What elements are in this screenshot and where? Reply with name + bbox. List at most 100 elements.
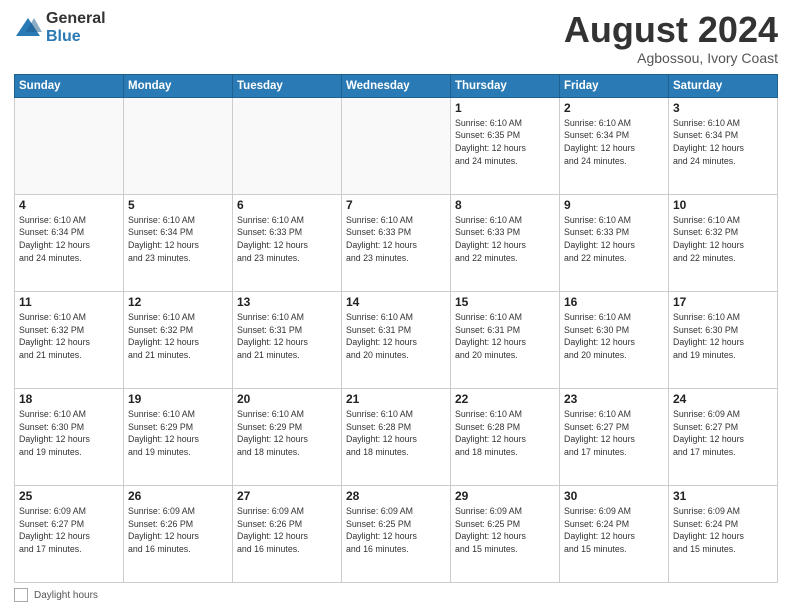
calendar-cell [124, 97, 233, 194]
day-info: Sunrise: 6:10 AMSunset: 6:33 PMDaylight:… [237, 214, 337, 265]
day-info: Sunrise: 6:09 AMSunset: 6:25 PMDaylight:… [455, 505, 555, 556]
day-number: 1 [455, 101, 555, 115]
calendar-cell: 14 Sunrise: 6:10 AMSunset: 6:31 PMDayligh… [342, 291, 451, 388]
day-number: 25 [19, 489, 119, 503]
calendar-week-row: 1Sunrise: 6:10 AMSunset: 6:35 PMDaylight… [15, 97, 778, 194]
footer-label: Daylight hours [34, 590, 98, 601]
day-number: 12 [128, 295, 228, 309]
calendar-header-row: SundayMondayTuesdayWednesdayThursdayFrid… [15, 74, 778, 97]
day-number: 6 [237, 198, 337, 212]
day-number: 20 [237, 392, 337, 406]
calendar-cell: 27 Sunrise: 6:09 AMSunset: 6:26 PMDayligh… [233, 485, 342, 582]
day-number: 30 [564, 489, 664, 503]
day-of-week-header: Tuesday [233, 74, 342, 97]
calendar-cell: 19 Sunrise: 6:10 AMSunset: 6:29 PMDayligh… [124, 388, 233, 485]
day-info: Sunrise: 6:10 AMSunset: 6:33 PMDaylight:… [346, 214, 446, 265]
day-of-week-header: Wednesday [342, 74, 451, 97]
day-info: Sunrise: 6:10 AMSunset: 6:29 PMDaylight:… [237, 408, 337, 459]
title-location: Agbossou, Ivory Coast [564, 50, 778, 66]
day-info: Sunrise: 6:10 AMSunset: 6:32 PMDaylight:… [19, 311, 119, 362]
day-of-week-header: Saturday [669, 74, 778, 97]
day-number: 24 [673, 392, 773, 406]
logo-text: General Blue [46, 10, 106, 45]
day-info: Sunrise: 6:10 AMSunset: 6:31 PMDaylight:… [346, 311, 446, 362]
calendar-cell: 9Sunrise: 6:10 AMSunset: 6:33 PMDaylight… [560, 194, 669, 291]
day-of-week-header: Sunday [15, 74, 124, 97]
calendar-week-row: 18Sunrise: 6:10 AMSunset: 6:30 PMDayligh… [15, 388, 778, 485]
calendar-cell: 1Sunrise: 6:10 AMSunset: 6:35 PMDaylight… [451, 97, 560, 194]
calendar-cell: 8 Sunrise: 6:10 AMSunset: 6:33 PMDaylight… [451, 194, 560, 291]
day-info: Sunrise: 6:09 AMSunset: 6:24 PMDaylight:… [564, 505, 664, 556]
calendar-cell: 4 Sunrise: 6:10 AMSunset: 6:34 PMDaylight… [15, 194, 124, 291]
day-number: 10 [673, 198, 773, 212]
day-number: 4 [19, 198, 119, 212]
day-number: 23 [564, 392, 664, 406]
day-number: 19 [128, 392, 228, 406]
day-number: 14 [346, 295, 446, 309]
day-info: Sunrise: 6:10 AMSunset: 6:28 PMDaylight:… [346, 408, 446, 459]
calendar-cell: 5Sunrise: 6:10 AMSunset: 6:34 PMDaylight… [124, 194, 233, 291]
day-info: Sunrise: 6:10 AMSunset: 6:34 PMDaylight:… [19, 214, 119, 265]
day-info: Sunrise: 6:09 AMSunset: 6:27 PMDaylight:… [19, 505, 119, 556]
calendar-cell: 31 Sunrise: 6:09 AMSunset: 6:24 PMDayligh… [669, 485, 778, 582]
day-number: 2 [564, 101, 664, 115]
day-info: Sunrise: 6:10 AMSunset: 6:30 PMDaylight:… [564, 311, 664, 362]
day-number: 21 [346, 392, 446, 406]
calendar-cell [233, 97, 342, 194]
day-number: 5 [128, 198, 228, 212]
day-of-week-header: Monday [124, 74, 233, 97]
calendar-cell: 15 Sunrise: 6:10 AMSunset: 6:31 PMDayligh… [451, 291, 560, 388]
calendar-cell: 3Sunrise: 6:10 AMSunset: 6:34 PMDaylight… [669, 97, 778, 194]
day-of-week-header: Friday [560, 74, 669, 97]
day-number: 8 [455, 198, 555, 212]
day-info: Sunrise: 6:09 AMSunset: 6:24 PMDaylight:… [673, 505, 773, 556]
calendar-cell [342, 97, 451, 194]
calendar-cell: 2 Sunrise: 6:10 AMSunset: 6:34 PMDaylight… [560, 97, 669, 194]
title-month: August 2024 [564, 10, 778, 50]
logo-blue-text: Blue [46, 28, 106, 46]
logo-icon [14, 14, 42, 42]
day-number: 27 [237, 489, 337, 503]
day-info: Sunrise: 6:10 AMSunset: 6:28 PMDaylight:… [455, 408, 555, 459]
day-info: Sunrise: 6:10 AMSunset: 6:33 PMDaylight:… [455, 214, 555, 265]
calendar-cell: 29 Sunrise: 6:09 AMSunset: 6:25 PMDayligh… [451, 485, 560, 582]
footer-box [14, 588, 28, 602]
calendar-cell: 21 Sunrise: 6:10 AMSunset: 6:28 PMDayligh… [342, 388, 451, 485]
calendar-cell: 17Sunrise: 6:10 AMSunset: 6:30 PMDayligh… [669, 291, 778, 388]
calendar-table: SundayMondayTuesdayWednesdayThursdayFrid… [14, 74, 778, 583]
day-info: Sunrise: 6:10 AMSunset: 6:27 PMDaylight:… [564, 408, 664, 459]
calendar-cell: 12Sunrise: 6:10 AMSunset: 6:32 PMDayligh… [124, 291, 233, 388]
day-info: Sunrise: 6:10 AMSunset: 6:31 PMDaylight:… [455, 311, 555, 362]
header: General Blue August 2024 Agbossou, Ivory… [14, 10, 778, 66]
day-info: Sunrise: 6:10 AMSunset: 6:34 PMDaylight:… [564, 117, 664, 168]
day-of-week-header: Thursday [451, 74, 560, 97]
day-number: 7 [346, 198, 446, 212]
day-info: Sunrise: 6:09 AMSunset: 6:26 PMDaylight:… [237, 505, 337, 556]
day-info: Sunrise: 6:10 AMSunset: 6:29 PMDaylight:… [128, 408, 228, 459]
calendar-cell: 30 Sunrise: 6:09 AMSunset: 6:24 PMDayligh… [560, 485, 669, 582]
calendar-cell: 11Sunrise: 6:10 AMSunset: 6:32 PMDayligh… [15, 291, 124, 388]
calendar-week-row: 25 Sunrise: 6:09 AMSunset: 6:27 PMDayligh… [15, 485, 778, 582]
day-number: 26 [128, 489, 228, 503]
day-number: 31 [673, 489, 773, 503]
logo: General Blue [14, 10, 106, 45]
day-info: Sunrise: 6:09 AMSunset: 6:25 PMDaylight:… [346, 505, 446, 556]
calendar-cell: 10Sunrise: 6:10 AMSunset: 6:32 PMDayligh… [669, 194, 778, 291]
day-info: Sunrise: 6:09 AMSunset: 6:27 PMDaylight:… [673, 408, 773, 459]
day-number: 28 [346, 489, 446, 503]
day-number: 16 [564, 295, 664, 309]
calendar-cell: 28 Sunrise: 6:09 AMSunset: 6:25 PMDayligh… [342, 485, 451, 582]
day-number: 13 [237, 295, 337, 309]
day-number: 29 [455, 489, 555, 503]
day-info: Sunrise: 6:10 AMSunset: 6:31 PMDaylight:… [237, 311, 337, 362]
day-info: Sunrise: 6:09 AMSunset: 6:26 PMDaylight:… [128, 505, 228, 556]
calendar-cell: 6 Sunrise: 6:10 AMSunset: 6:33 PMDaylight… [233, 194, 342, 291]
page: General Blue August 2024 Agbossou, Ivory… [0, 0, 792, 612]
day-info: Sunrise: 6:10 AMSunset: 6:30 PMDaylight:… [673, 311, 773, 362]
calendar-cell [15, 97, 124, 194]
day-number: 3 [673, 101, 773, 115]
calendar-cell: 23 Sunrise: 6:10 AMSunset: 6:27 PMDayligh… [560, 388, 669, 485]
calendar-cell: 7 Sunrise: 6:10 AMSunset: 6:33 PMDaylight… [342, 194, 451, 291]
day-number: 15 [455, 295, 555, 309]
calendar-cell: 24 Sunrise: 6:09 AMSunset: 6:27 PMDayligh… [669, 388, 778, 485]
